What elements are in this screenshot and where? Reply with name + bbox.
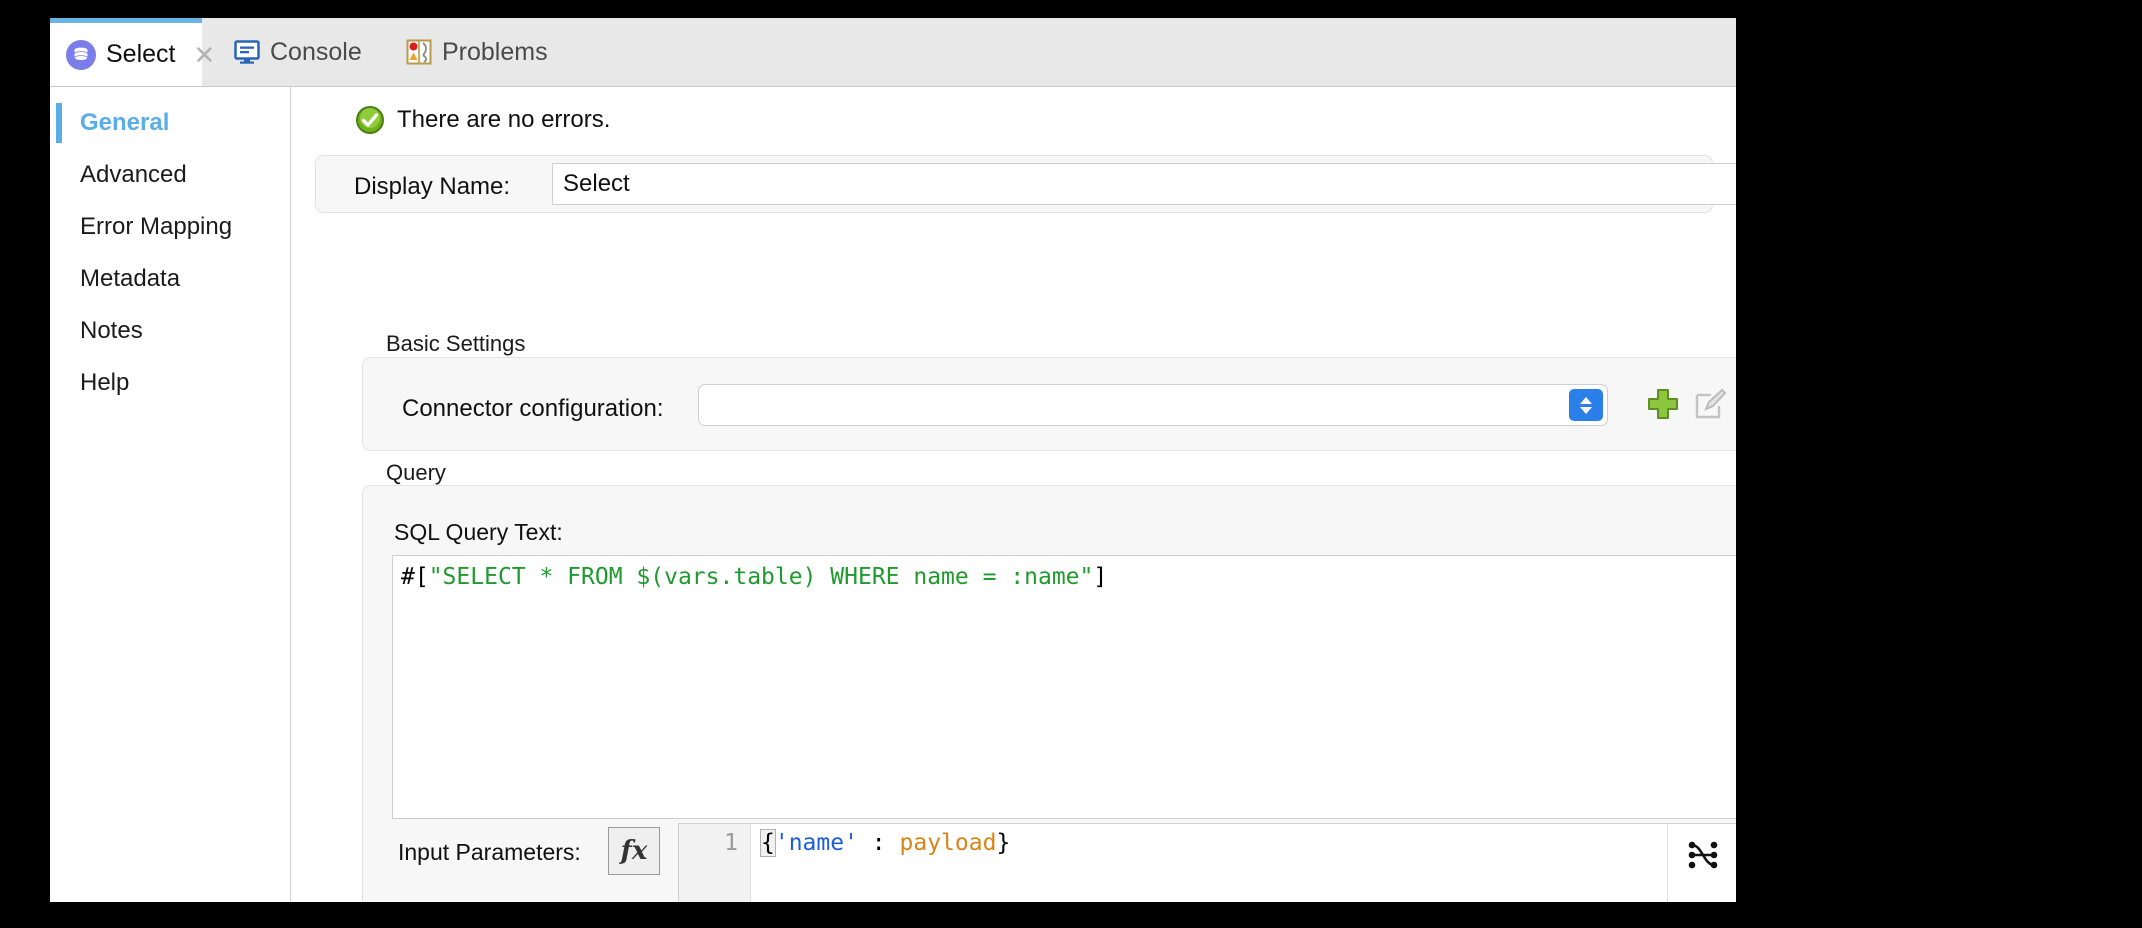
sidebar-item-label: Advanced [80,161,187,189]
database-icon [66,40,96,70]
sidebar-item-error-mapping[interactable]: Error Mapping [50,201,290,253]
sidebar-item-metadata[interactable]: Metadata [50,253,290,305]
validation-status: There are no errors. [355,105,610,135]
editor-tab-bar: Select ✕ Console [50,18,1736,87]
close-icon[interactable]: ✕ [193,42,215,68]
sidebar-item-help[interactable]: Help [50,357,290,409]
tab-select-label: Select [106,42,175,67]
sidebar-item-label: Help [80,369,129,397]
chevron-up-icon [1580,397,1592,404]
ip-token-key: 'name' [775,830,858,856]
input-parameters-code[interactable]: {'name' : payload} [751,824,1667,902]
tab-console-label: Console [270,40,362,65]
sidebar-item-label: Metadata [80,265,180,293]
ip-token-open-brace: { [761,830,775,856]
sidebar-item-label: Notes [80,317,143,345]
tab-select[interactable]: Select ✕ [50,18,202,86]
add-connector-config-button[interactable] [1646,387,1680,421]
editor-side-actions [1667,824,1736,902]
ip-token-value: payload [900,830,997,856]
line-number-gutter: 1 [679,824,751,902]
chevron-down-icon [1580,407,1592,414]
problems-icon [406,39,432,65]
mule-config-window: Select ✕ Console [50,18,1736,902]
sidebar-item-label: General [80,109,169,137]
connector-configuration-select[interactable] [698,384,1608,426]
monitor-icon [234,40,260,64]
sql-token-string: "SELECT * FROM $(vars.table) WHERE name … [429,564,1094,590]
sidebar-top-spacer [50,87,290,97]
validation-status-text: There are no errors. [397,106,610,134]
display-name-input[interactable] [552,163,1736,205]
sidebar-item-notes[interactable]: Notes [50,305,290,357]
tab-problems[interactable]: Problems [390,18,564,86]
success-check-icon [355,105,385,135]
input-parameters-editor[interactable]: 1 {'name' : payload} [678,823,1736,902]
settings-sidebar: General Advanced Error Mapping Metadata … [50,87,291,902]
sidebar-item-general[interactable]: General [50,97,290,149]
ip-token-close-brace: } [996,830,1010,856]
editor-body: General Advanced Error Mapping Metadata … [50,87,1736,902]
sidebar-item-label: Error Mapping [80,213,232,241]
tab-console[interactable]: Console [218,18,378,86]
sql-token-open: #[ [401,564,429,590]
dataweave-transform-icon[interactable] [1684,838,1722,872]
screen-root: Select ✕ Console [0,0,2142,928]
tab-problems-label: Problems [442,40,548,65]
sql-token-close: ] [1093,564,1107,590]
sidebar-item-advanced[interactable]: Advanced [50,149,290,201]
chevron-updown-icon[interactable] [1569,389,1603,421]
ip-token-colon: : [858,830,900,856]
fx-toggle-button[interactable]: fx [608,827,660,875]
sql-query-text-editor[interactable]: #["SELECT * FROM $(vars.table) WHERE nam… [392,555,1736,819]
